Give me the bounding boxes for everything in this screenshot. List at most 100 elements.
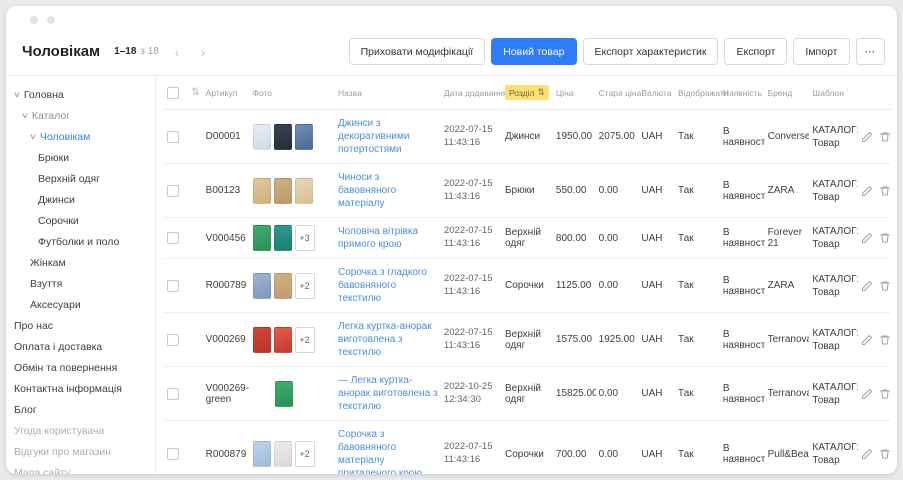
delete-icon[interactable] [879,448,891,460]
chevron-down-icon[interactable]: ∨ [29,132,37,141]
more-photos-badge[interactable]: +2 [295,273,315,299]
sidebar-item[interactable]: Жінкам [14,252,155,273]
product-name-link[interactable]: — Легка куртка-анорак виготовлена з текс… [338,374,438,413]
sidebar-item[interactable]: Футболки и поло [14,231,155,252]
table-row: V000456+3Чоловіча вітрівка прямого крою2… [164,218,891,259]
column-header-section[interactable]: Розділ ⇅ [502,76,553,110]
delete-icon[interactable] [879,185,891,197]
sidebar-item[interactable]: Брюки [14,147,155,168]
column-header-availability[interactable]: Наявність [720,76,765,110]
chevron-down-icon[interactable]: ∨ [21,111,29,120]
window-control-dot[interactable] [30,16,38,24]
chevron-down-icon[interactable]: ∨ [14,90,21,99]
delete-icon[interactable] [879,388,891,400]
row-checkbox[interactable] [167,131,179,143]
more-photos-badge[interactable]: +2 [295,327,315,353]
sidebar-item-label: Верхній одяг [38,173,100,185]
row-checkbox[interactable] [167,185,179,197]
more-photos-badge[interactable]: +3 [295,225,315,251]
sidebar-item[interactable]: Сорочки [14,210,155,231]
sidebar-item[interactable]: Угода користувача [14,420,155,441]
select-all-checkbox[interactable] [167,87,179,99]
sidebar-item[interactable]: Верхній одяг [14,168,155,189]
pagination-total: з 18 [140,46,159,57]
sidebar-item[interactable]: Взуття [14,273,155,294]
section-header-highlight[interactable]: Розділ ⇅ [505,85,549,100]
product-name-link[interactable]: Сорочка з гладкого бавовняного текстилю [338,266,438,305]
column-header-date[interactable]: Дата додавання [441,76,502,110]
sidebar-item[interactable]: Джинси [14,189,155,210]
sidebar-item[interactable]: Про нас [14,315,155,336]
pagination-next-button[interactable]: › [193,41,213,63]
delete-icon[interactable] [879,280,891,292]
row-checkbox[interactable] [167,448,179,460]
sidebar-item[interactable]: Оплата і доставка [14,336,155,357]
column-header-currency[interactable]: Валюта [638,76,675,110]
edit-icon[interactable] [861,232,873,244]
sidebar-item[interactable]: Обмін та повернення [14,357,155,378]
brand-cell: Converse [765,110,810,164]
import-button[interactable]: Імпорт [793,38,849,65]
column-header-display[interactable]: Відображати [675,76,720,110]
page-title: Чоловікам [22,43,100,60]
pagination-range: 1–18 [114,46,136,57]
sort-icon[interactable]: ⇅ [537,87,545,98]
sku-cell: R000879 [203,421,250,475]
edit-icon[interactable] [861,131,873,143]
window-control-dot[interactable] [47,16,55,24]
hide-modifications-button[interactable]: Приховати модифікації [349,38,486,65]
sidebar-item[interactable]: Контактна інформація [14,378,155,399]
pagination-prev-button[interactable]: ‹ [167,41,187,63]
product-name-link[interactable]: Чиноси з бавовняного матеріалу [338,171,438,210]
product-name-link[interactable]: Сорочка з бавовняного матеріалу притален… [338,428,438,474]
table-row: V000269+2Легка куртка-анорак виготовлена… [164,313,891,367]
new-product-button[interactable]: Новий товар [491,38,576,65]
reorder-icon[interactable]: ⇅ [191,87,199,98]
sidebar-item-label: Відгуки про магазин [14,446,111,458]
more-photos-badge[interactable]: +2 [295,441,315,467]
product-name-link[interactable]: Чоловіча вітрівка прямого крою [338,225,438,251]
product-name-link[interactable]: Джинси з декоративними потертостями [338,117,438,156]
delete-icon[interactable] [879,232,891,244]
sidebar-item[interactable]: Мапа сайту [14,462,155,474]
delete-icon[interactable] [879,334,891,346]
sidebar-item-label: Мапа сайту [14,467,70,475]
sku-cell: V000269-green [203,367,250,421]
row-checkbox[interactable] [167,388,179,400]
column-header-sku[interactable]: Артикул [203,76,250,110]
display-cell: Так [675,218,720,259]
edit-icon[interactable] [861,334,873,346]
product-name-link[interactable]: Легка куртка-анорак виготовлена з тексти… [338,320,438,359]
product-photo [253,124,271,150]
product-photo [253,178,271,204]
row-checkbox[interactable] [167,280,179,292]
edit-icon[interactable] [861,280,873,292]
row-checkbox[interactable] [167,232,179,244]
product-photo [274,327,292,353]
sidebar-item[interactable]: Відгуки про магазин [14,441,155,462]
sidebar-item-label: Обмін та повернення [14,362,117,374]
export-characteristics-button[interactable]: Експорт характеристик [583,38,719,65]
availability-cell: В наявності [720,110,765,164]
edit-icon[interactable] [861,388,873,400]
section-cell: Верхній одяг [502,367,553,421]
edit-icon[interactable] [861,185,873,197]
column-header-template[interactable]: Шаблон [809,76,858,110]
export-button[interactable]: Експорт [724,38,787,65]
column-header-brand[interactable]: Бренд [765,76,810,110]
column-header-name[interactable]: Назва [335,76,441,110]
template-cell: КАТАЛОГ: Товар [809,367,858,421]
delete-icon[interactable] [879,131,891,143]
row-checkbox[interactable] [167,334,179,346]
availability-cell: В наявності [720,164,765,218]
more-actions-button[interactable]: ⋯ [856,38,886,65]
column-header-old-price[interactable]: Стара ціна [596,76,639,110]
sidebar-item[interactable]: Аксесуари [14,294,155,315]
sidebar-item[interactable]: ∨Головна [14,84,155,105]
edit-icon[interactable] [861,448,873,460]
column-header-price[interactable]: Ціна [553,76,596,110]
sidebar-item[interactable]: ∨Чоловікам [14,126,155,147]
sidebar-item[interactable]: ∨Каталог [14,105,155,126]
sidebar-item[interactable]: Блог [14,399,155,420]
availability-cell: В наявності [720,313,765,367]
